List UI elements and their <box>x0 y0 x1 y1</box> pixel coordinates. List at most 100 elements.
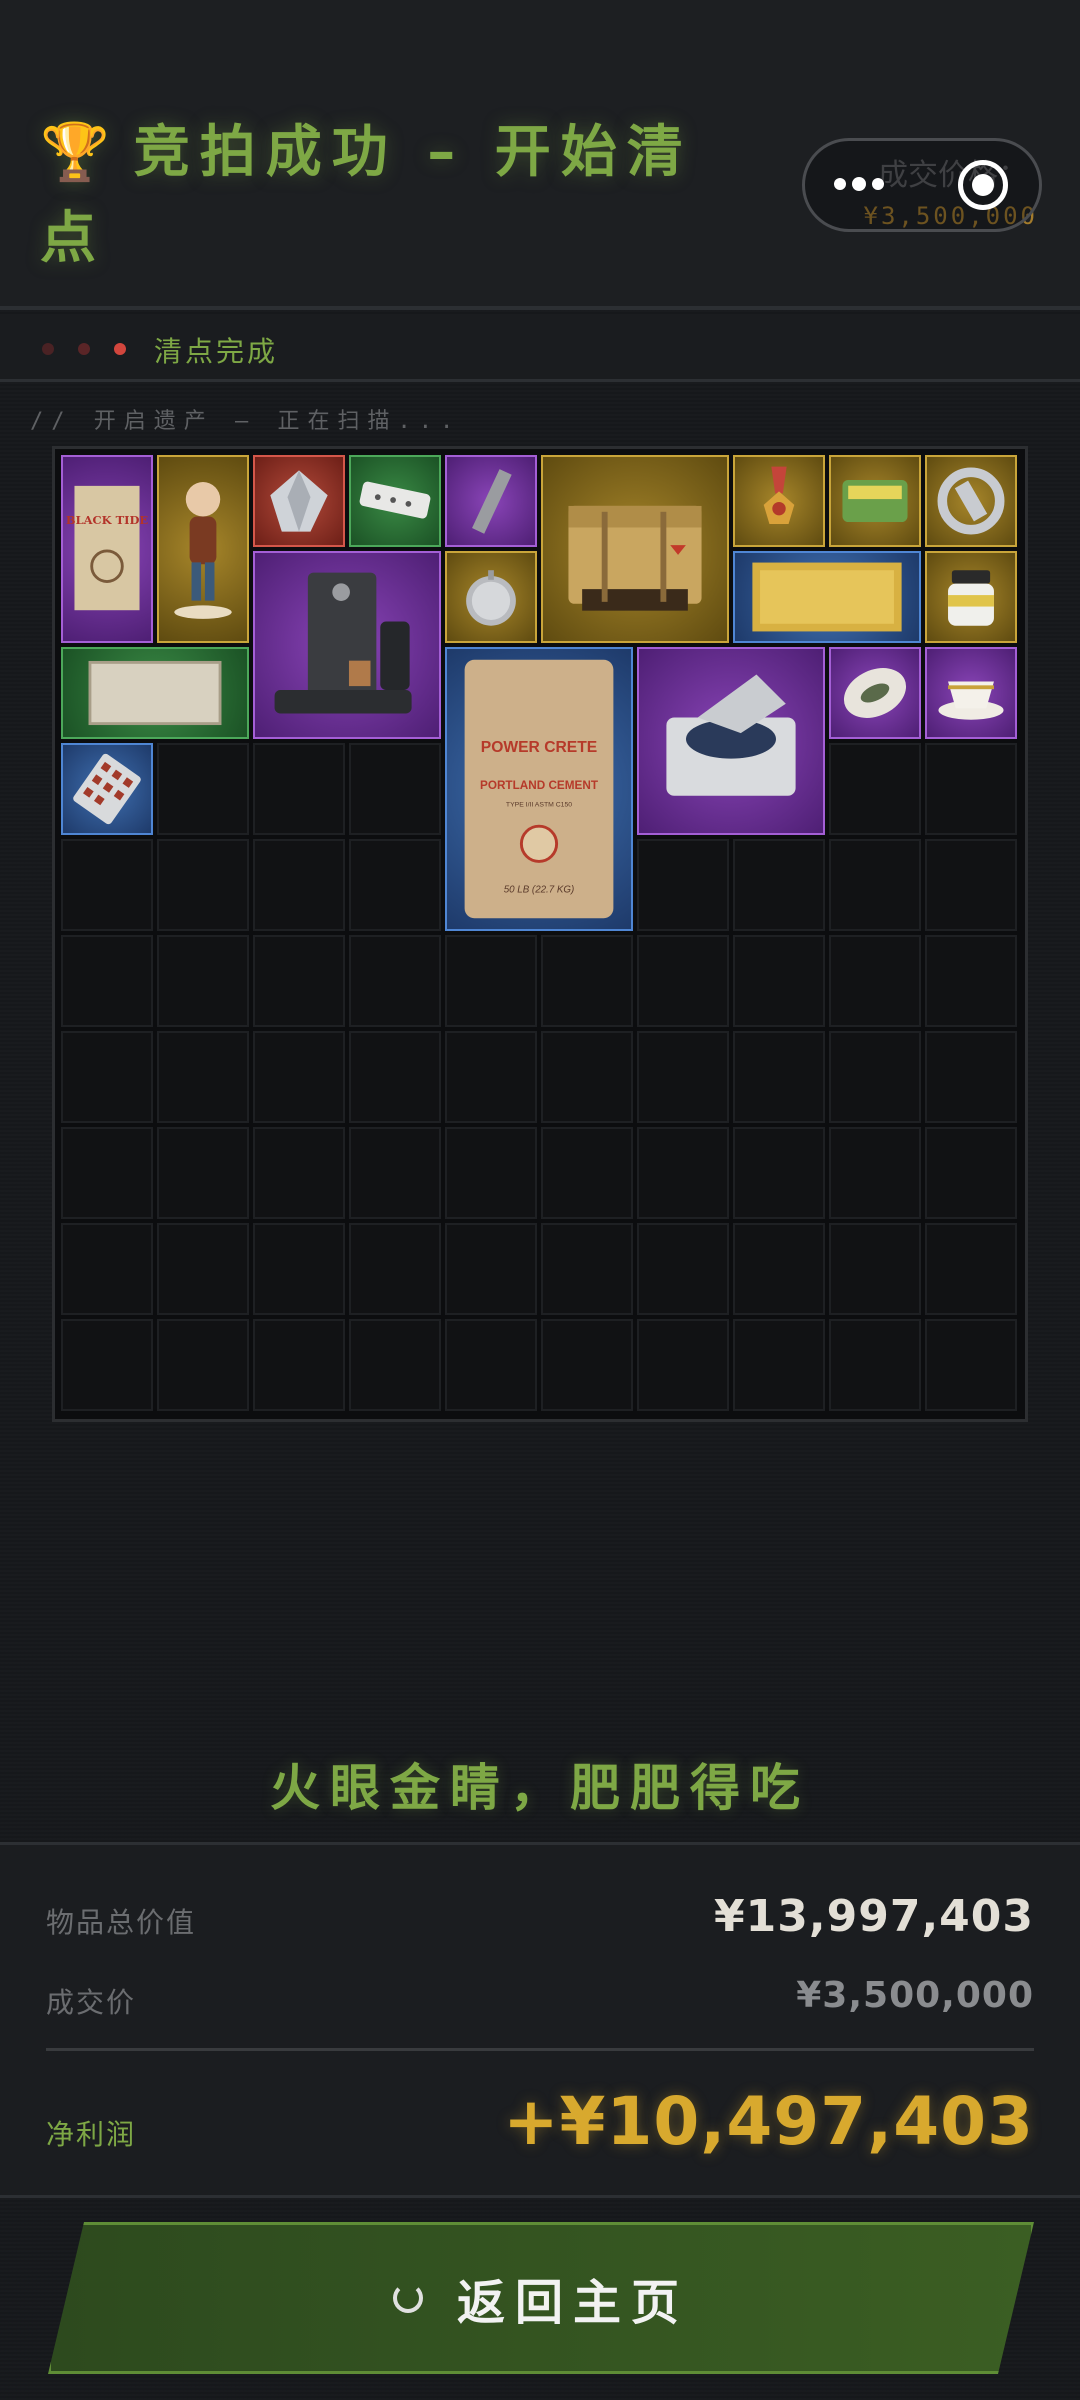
grid-cell <box>445 1031 537 1123</box>
cement-type-text: PORTLAND CEMENT <box>480 779 599 792</box>
grid-cell <box>157 1031 249 1123</box>
status-dot-1 <box>42 343 54 355</box>
grid-cell <box>253 743 345 835</box>
grid-cell <box>349 1223 441 1315</box>
summary-divider <box>46 2048 1034 2051</box>
book-title-text: BLACK TIDE <box>66 513 149 527</box>
slogan: 火眼金睛，肥肥得吃 <box>270 1759 810 1817</box>
grid-cell <box>61 1127 153 1219</box>
net-profit-value: +¥10,497,403 <box>503 2083 1034 2160</box>
item-tin-can[interactable] <box>829 455 921 547</box>
status-text: 清点完成 <box>154 335 279 368</box>
trophy-icon: 🏆 <box>40 120 110 185</box>
return-home-label: 返回主页 <box>456 2275 689 2331</box>
grid-cell <box>157 743 249 835</box>
item-ring-emblem[interactable] <box>925 455 1017 547</box>
grid-cell <box>733 935 825 1027</box>
item-military-crate[interactable] <box>541 455 729 643</box>
grid-cell <box>925 1319 1017 1411</box>
return-home-button[interactable]: 返回主页 <box>48 2222 1034 2374</box>
grid-cell <box>157 1127 249 1219</box>
more-menu-icon[interactable] <box>834 168 890 200</box>
item-decorated-egg[interactable] <box>829 647 921 739</box>
grid-cell <box>445 1223 537 1315</box>
grid-cell <box>157 1319 249 1411</box>
item-cement-bag[interactable]: POWER CRETE PORTLAND CEMENT TYPE I/II AS… <box>445 647 633 931</box>
grid-cell <box>541 1031 633 1123</box>
item-coffee-machine[interactable] <box>253 551 441 739</box>
deal-price-value: ¥3,500,000 <box>796 1975 1034 2016</box>
close-target-icon[interactable] <box>958 160 1008 210</box>
item-figurine[interactable] <box>157 455 249 643</box>
grid-cell <box>925 839 1017 931</box>
grid-cell <box>253 1031 345 1123</box>
cement-brand-text: POWER CRETE <box>481 739 597 756</box>
item-medal[interactable] <box>733 455 825 547</box>
grid-cell <box>733 1319 825 1411</box>
grid-cell <box>829 935 921 1027</box>
grid-cell <box>157 839 249 931</box>
grid-cell <box>925 1031 1017 1123</box>
header: 🏆 竞拍成功 – 开始清点 成交价格： ¥3,500,000 <box>0 0 1080 310</box>
grid-cell <box>253 1319 345 1411</box>
grid-cell <box>733 1127 825 1219</box>
grid-cell <box>829 743 921 835</box>
cement-weight-text: 50 LB (22.7 KG) <box>504 885 575 896</box>
grid-cell <box>445 1319 537 1411</box>
scan-text: // 开启遗产 – 正在扫描... <box>30 409 462 434</box>
status-dot-3 <box>114 343 126 355</box>
grid-cell <box>733 839 825 931</box>
grid-cell <box>637 1319 729 1411</box>
grid-cell <box>541 1319 633 1411</box>
inventory-grid: BLACK TIDE POWER CRETE PORTLAND CEMENT T… <box>52 446 1028 1422</box>
cement-spec-text: TYPE I/II ASTM C150 <box>506 802 572 809</box>
item-pocket-watch[interactable] <box>445 551 537 643</box>
deal-price-label: 成交价 <box>46 1986 137 2019</box>
item-jar[interactable] <box>925 551 1017 643</box>
item-memory-stick[interactable] <box>445 455 537 547</box>
summary-panel: 物品总价值 ¥13,997,403 成交价 ¥3,500,000 净利润 +¥1… <box>0 1842 1080 2198</box>
net-profit-label: 净利润 <box>46 2118 137 2151</box>
grid-cell <box>541 1127 633 1219</box>
grid-cell <box>61 1319 153 1411</box>
item-gold-bar[interactable] <box>733 551 921 643</box>
grid-cell <box>829 1127 921 1219</box>
refresh-icon <box>393 2283 423 2313</box>
grid-cell <box>253 839 345 931</box>
grid-cell <box>445 935 537 1027</box>
title-text: 竞拍成功 – 开始清点 <box>40 120 693 271</box>
grid-cell <box>637 1127 729 1219</box>
grid-cell <box>733 1223 825 1315</box>
grid-cell <box>253 1127 345 1219</box>
grid-cell <box>157 935 249 1027</box>
grid-cell <box>349 1127 441 1219</box>
grid-cell <box>157 1223 249 1315</box>
item-power-strip[interactable] <box>349 455 441 547</box>
grid-cell <box>445 1127 537 1219</box>
grid-cell <box>253 935 345 1027</box>
grid-cell <box>637 1223 729 1315</box>
grid-cell <box>829 1319 921 1411</box>
item-pill-blister[interactable] <box>61 743 153 835</box>
grid-cell <box>541 1223 633 1315</box>
item-teacup[interactable] <box>925 647 1017 739</box>
grid-cell <box>925 743 1017 835</box>
grid-cell <box>733 1031 825 1123</box>
grid-cell <box>61 1031 153 1123</box>
status-dot-2 <box>78 343 90 355</box>
grid-cell <box>541 935 633 1027</box>
item-wood-panel[interactable] <box>61 647 249 739</box>
total-value: ¥13,997,403 <box>714 1891 1034 1942</box>
grid-cell <box>61 839 153 931</box>
grid-cell <box>637 1031 729 1123</box>
item-centrifuge[interactable] <box>637 647 825 835</box>
grid-cell <box>829 1031 921 1123</box>
grid-cell <box>637 935 729 1027</box>
grid-cell <box>253 1223 345 1315</box>
grid-cell <box>349 1031 441 1123</box>
grid-cell <box>925 1127 1017 1219</box>
item-black-tide-book[interactable]: BLACK TIDE <box>61 455 153 643</box>
grid-cell <box>349 839 441 931</box>
grid-cell <box>349 743 441 835</box>
item-diamond[interactable] <box>253 455 345 547</box>
